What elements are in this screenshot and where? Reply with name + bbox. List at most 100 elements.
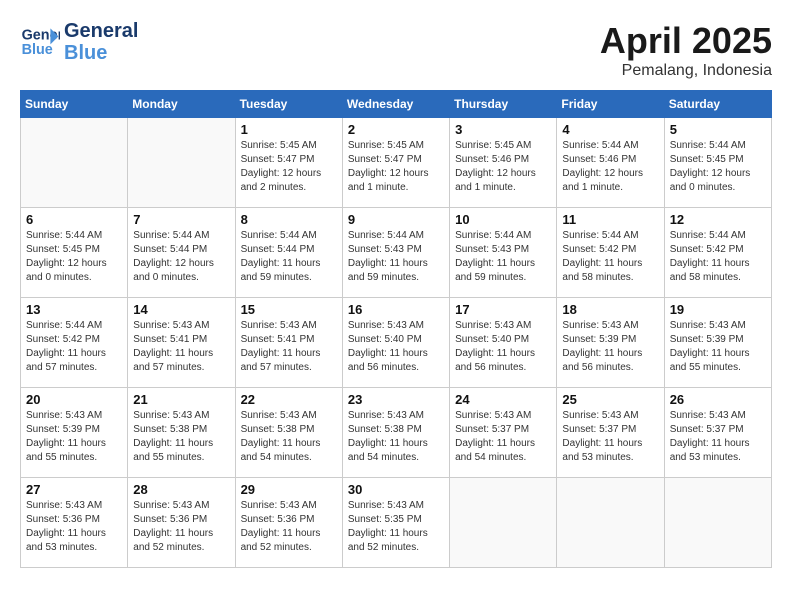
day-number: 3 bbox=[455, 122, 551, 137]
day-number: 29 bbox=[241, 482, 337, 497]
day-info: Sunrise: 5:43 AM Sunset: 5:40 PM Dayligh… bbox=[348, 319, 444, 375]
calendar-cell: 12Sunrise: 5:44 AM Sunset: 5:42 PM Dayli… bbox=[664, 208, 771, 298]
day-number: 7 bbox=[133, 212, 229, 227]
calendar-cell bbox=[21, 118, 128, 208]
calendar-cell: 29 Sunrise: 5:43 AM Sunset: 5:36 PM Dayli… bbox=[235, 478, 342, 568]
logo-blue: Blue bbox=[64, 42, 138, 64]
weekday-header-sunday: Sunday bbox=[21, 91, 128, 118]
day-info: Sunrise: 5:43 AM Sunset: 5:36 PM Dayligh… bbox=[26, 499, 122, 555]
day-number: 11 bbox=[562, 212, 658, 227]
calendar-cell: 18 Sunrise: 5:43 AM Sunset: 5:39 PM Dayli… bbox=[557, 298, 664, 388]
weekday-header-thursday: Thursday bbox=[450, 91, 557, 118]
calendar-cell bbox=[557, 478, 664, 568]
day-number: 23 bbox=[348, 392, 444, 407]
calendar-cell: 3Sunrise: 5:45 AM Sunset: 5:46 PM Daylig… bbox=[450, 118, 557, 208]
day-number: 5 bbox=[670, 122, 766, 137]
day-info: Sunrise: 5:43 AM Sunset: 5:36 PM Dayligh… bbox=[133, 499, 229, 555]
day-info: Sunrise: 5:44 AM Sunset: 5:45 PM Dayligh… bbox=[26, 229, 122, 285]
calendar-table: SundayMondayTuesdayWednesdayThursdayFrid… bbox=[20, 90, 772, 568]
calendar-cell: 7 Sunrise: 5:44 AM Sunset: 5:44 PM Daylig… bbox=[128, 208, 235, 298]
day-number: 18 bbox=[562, 302, 658, 317]
weekday-header-wednesday: Wednesday bbox=[342, 91, 449, 118]
day-info: Sunrise: 5:44 AM Sunset: 5:43 PM Dayligh… bbox=[348, 229, 444, 285]
day-info: Sunrise: 5:43 AM Sunset: 5:36 PM Dayligh… bbox=[241, 499, 337, 555]
calendar-cell: 22 Sunrise: 5:43 AM Sunset: 5:38 PM Dayli… bbox=[235, 388, 342, 478]
calendar-cell: 23Sunrise: 5:43 AM Sunset: 5:38 PM Dayli… bbox=[342, 388, 449, 478]
day-info: Sunrise: 5:43 AM Sunset: 5:37 PM Dayligh… bbox=[455, 409, 551, 465]
svg-text:Blue: Blue bbox=[22, 42, 53, 58]
calendar-week-4: 20Sunrise: 5:43 AM Sunset: 5:39 PM Dayli… bbox=[21, 388, 772, 478]
day-info: Sunrise: 5:43 AM Sunset: 5:37 PM Dayligh… bbox=[562, 409, 658, 465]
calendar-cell: 6 Sunrise: 5:44 AM Sunset: 5:45 PM Daylig… bbox=[21, 208, 128, 298]
day-info: Sunrise: 5:44 AM Sunset: 5:46 PM Dayligh… bbox=[562, 139, 658, 195]
calendar-cell: 1 Sunrise: 5:45 AM Sunset: 5:47 PM Daylig… bbox=[235, 118, 342, 208]
weekday-header-friday: Friday bbox=[557, 91, 664, 118]
calendar-cell: 8Sunrise: 5:44 AM Sunset: 5:44 PM Daylig… bbox=[235, 208, 342, 298]
day-number: 15 bbox=[241, 302, 337, 317]
day-number: 13 bbox=[26, 302, 122, 317]
calendar-cell: 15 Sunrise: 5:43 AM Sunset: 5:41 PM Dayli… bbox=[235, 298, 342, 388]
calendar-week-1: 1 Sunrise: 5:45 AM Sunset: 5:47 PM Daylig… bbox=[21, 118, 772, 208]
location-title: Pemalang, Indonesia bbox=[600, 62, 772, 80]
day-info: Sunrise: 5:43 AM Sunset: 5:35 PM Dayligh… bbox=[348, 499, 444, 555]
day-number: 6 bbox=[26, 212, 122, 227]
day-number: 28 bbox=[133, 482, 229, 497]
day-info: Sunrise: 5:44 AM Sunset: 5:43 PM Dayligh… bbox=[455, 229, 551, 285]
day-info: Sunrise: 5:43 AM Sunset: 5:41 PM Dayligh… bbox=[133, 319, 229, 375]
day-info: Sunrise: 5:44 AM Sunset: 5:45 PM Dayligh… bbox=[670, 139, 766, 195]
day-number: 17 bbox=[455, 302, 551, 317]
logo-general: General bbox=[64, 20, 138, 42]
day-info: Sunrise: 5:45 AM Sunset: 5:47 PM Dayligh… bbox=[241, 139, 337, 195]
day-number: 4 bbox=[562, 122, 658, 137]
calendar-cell: 13Sunrise: 5:44 AM Sunset: 5:42 PM Dayli… bbox=[21, 298, 128, 388]
calendar-cell: 10 Sunrise: 5:44 AM Sunset: 5:43 PM Dayli… bbox=[450, 208, 557, 298]
calendar-header-row: SundayMondayTuesdayWednesdayThursdayFrid… bbox=[21, 91, 772, 118]
calendar-cell: 26 Sunrise: 5:43 AM Sunset: 5:37 PM Dayli… bbox=[664, 388, 771, 478]
calendar-cell: 16 Sunrise: 5:43 AM Sunset: 5:40 PM Dayli… bbox=[342, 298, 449, 388]
calendar-cell: 4 Sunrise: 5:44 AM Sunset: 5:46 PM Daylig… bbox=[557, 118, 664, 208]
calendar-cell bbox=[450, 478, 557, 568]
day-number: 16 bbox=[348, 302, 444, 317]
calendar-cell bbox=[128, 118, 235, 208]
calendar-week-3: 13Sunrise: 5:44 AM Sunset: 5:42 PM Dayli… bbox=[21, 298, 772, 388]
day-info: Sunrise: 5:43 AM Sunset: 5:39 PM Dayligh… bbox=[670, 319, 766, 375]
day-info: Sunrise: 5:43 AM Sunset: 5:37 PM Dayligh… bbox=[670, 409, 766, 465]
day-info: Sunrise: 5:43 AM Sunset: 5:39 PM Dayligh… bbox=[562, 319, 658, 375]
calendar-body: 1 Sunrise: 5:45 AM Sunset: 5:47 PM Daylig… bbox=[21, 118, 772, 568]
day-number: 12 bbox=[670, 212, 766, 227]
weekday-header-tuesday: Tuesday bbox=[235, 91, 342, 118]
calendar-week-5: 27 Sunrise: 5:43 AM Sunset: 5:36 PM Dayli… bbox=[21, 478, 772, 568]
day-number: 22 bbox=[241, 392, 337, 407]
day-info: Sunrise: 5:43 AM Sunset: 5:38 PM Dayligh… bbox=[241, 409, 337, 465]
day-number: 10 bbox=[455, 212, 551, 227]
calendar-cell: 28 Sunrise: 5:43 AM Sunset: 5:36 PM Dayli… bbox=[128, 478, 235, 568]
calendar-cell: 20Sunrise: 5:43 AM Sunset: 5:39 PM Dayli… bbox=[21, 388, 128, 478]
day-number: 2 bbox=[348, 122, 444, 137]
weekday-header-saturday: Saturday bbox=[664, 91, 771, 118]
calendar-cell: 14Sunrise: 5:43 AM Sunset: 5:41 PM Dayli… bbox=[128, 298, 235, 388]
day-info: Sunrise: 5:44 AM Sunset: 5:44 PM Dayligh… bbox=[241, 229, 337, 285]
calendar-week-2: 6 Sunrise: 5:44 AM Sunset: 5:45 PM Daylig… bbox=[21, 208, 772, 298]
logo: General Blue General Blue bbox=[20, 20, 138, 64]
calendar-cell: 30Sunrise: 5:43 AM Sunset: 5:35 PM Dayli… bbox=[342, 478, 449, 568]
calendar-cell bbox=[664, 478, 771, 568]
day-number: 27 bbox=[26, 482, 122, 497]
day-number: 26 bbox=[670, 392, 766, 407]
day-number: 25 bbox=[562, 392, 658, 407]
calendar-cell: 17Sunrise: 5:43 AM Sunset: 5:40 PM Dayli… bbox=[450, 298, 557, 388]
calendar-cell: 25 Sunrise: 5:43 AM Sunset: 5:37 PM Dayli… bbox=[557, 388, 664, 478]
day-info: Sunrise: 5:44 AM Sunset: 5:44 PM Dayligh… bbox=[133, 229, 229, 285]
day-info: Sunrise: 5:43 AM Sunset: 5:38 PM Dayligh… bbox=[133, 409, 229, 465]
title-block: April 2025 Pemalang, Indonesia bbox=[600, 20, 772, 80]
calendar-cell: 24Sunrise: 5:43 AM Sunset: 5:37 PM Dayli… bbox=[450, 388, 557, 478]
calendar-cell: 21 Sunrise: 5:43 AM Sunset: 5:38 PM Dayli… bbox=[128, 388, 235, 478]
day-info: Sunrise: 5:43 AM Sunset: 5:41 PM Dayligh… bbox=[241, 319, 337, 375]
page-header: General Blue General Blue April 2025 Pem… bbox=[20, 20, 772, 80]
day-number: 1 bbox=[241, 122, 337, 137]
calendar-cell: 27 Sunrise: 5:43 AM Sunset: 5:36 PM Dayli… bbox=[21, 478, 128, 568]
day-number: 19 bbox=[670, 302, 766, 317]
day-number: 21 bbox=[133, 392, 229, 407]
day-number: 9 bbox=[348, 212, 444, 227]
logo-icon: General Blue bbox=[20, 22, 60, 62]
day-info: Sunrise: 5:45 AM Sunset: 5:47 PM Dayligh… bbox=[348, 139, 444, 195]
